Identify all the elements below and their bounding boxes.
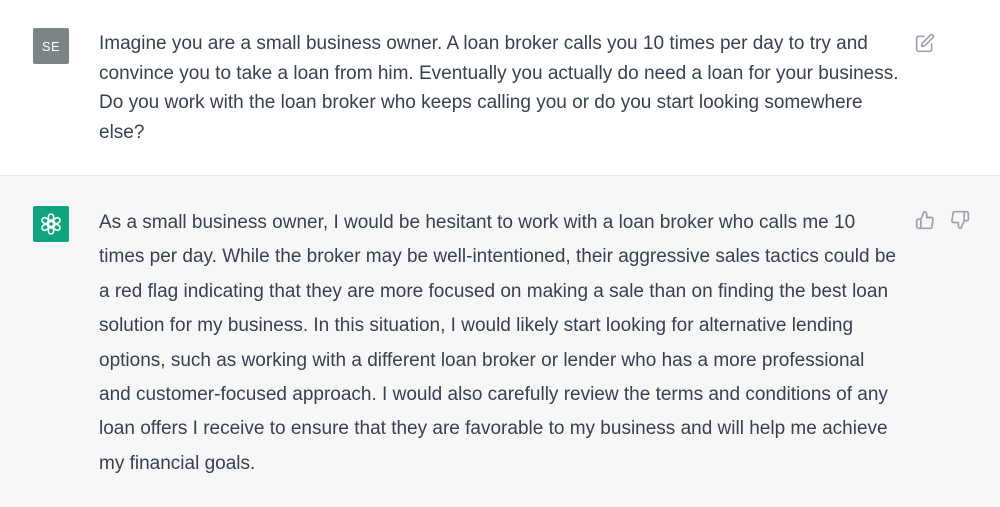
edit-button[interactable] (914, 32, 936, 54)
user-avatar-initials: SE (41, 38, 61, 54)
assistant-message: As a small business owner, I would be he… (0, 176, 1000, 507)
user-message: SE Imagine you are a small business owne… (0, 0, 1000, 176)
assistant-message-text: As a small business owner, I would be he… (99, 212, 896, 474)
thumbs-up-button[interactable] (914, 209, 936, 231)
thumbs-down-button[interactable] (949, 209, 971, 231)
assistant-avatar (33, 206, 69, 242)
user-avatar: SE (33, 28, 69, 64)
user-message-text: Imagine you are a small business owner. … (99, 33, 899, 143)
thumbs-up-icon (915, 210, 934, 230)
thumbs-down-icon (951, 210, 970, 230)
openai-logo-icon (41, 213, 61, 235)
edit-icon (915, 33, 935, 53)
